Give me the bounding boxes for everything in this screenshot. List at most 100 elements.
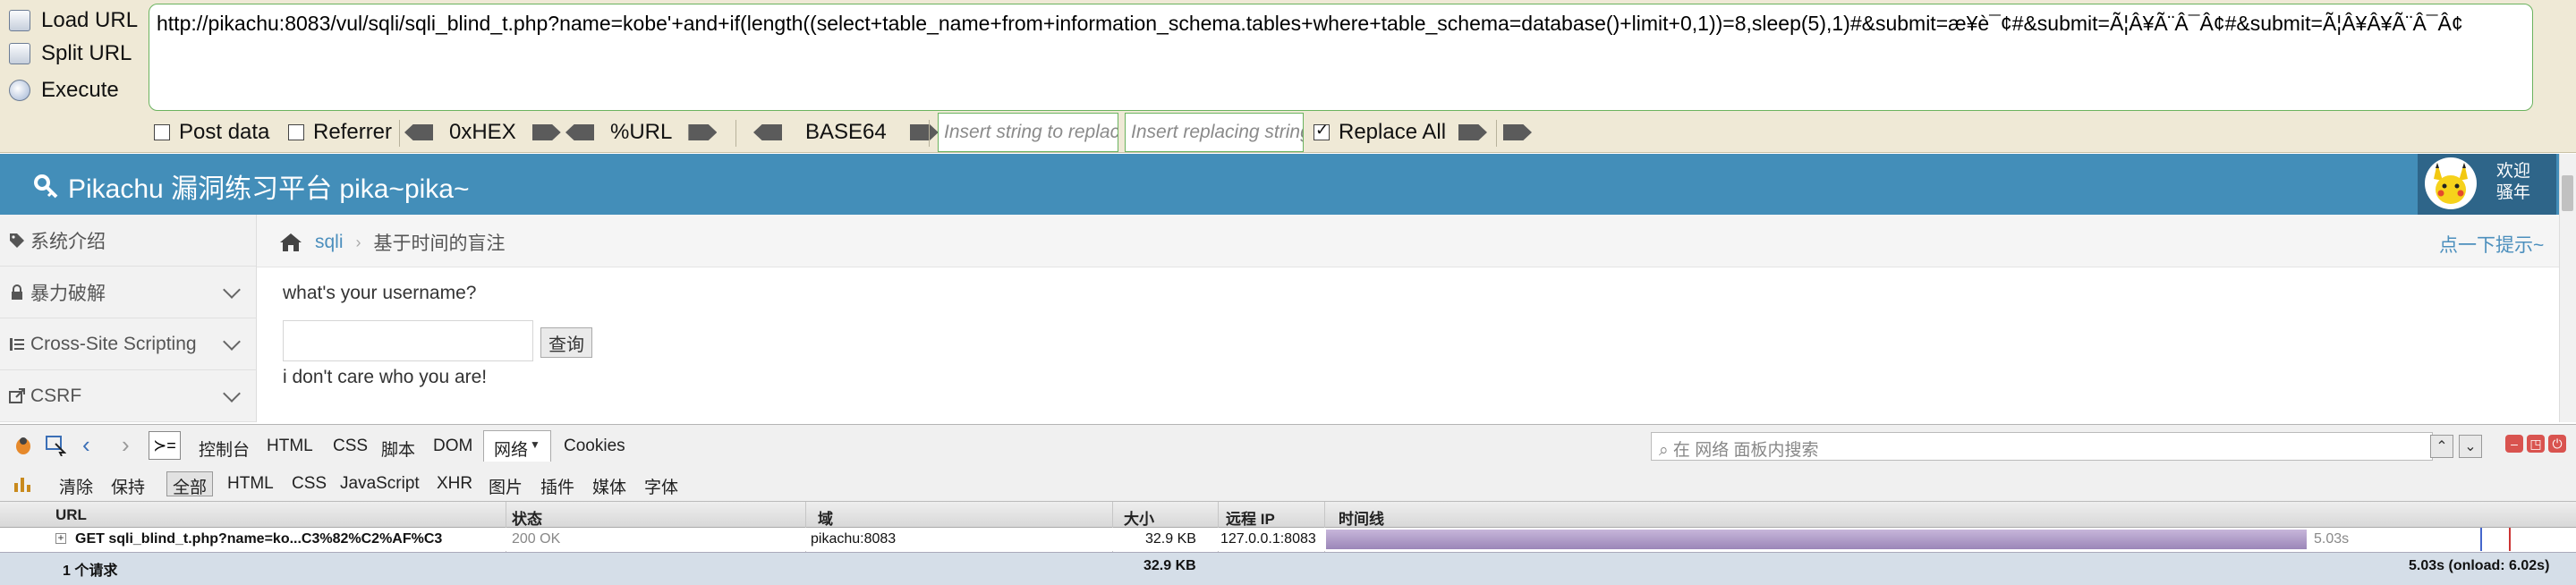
welcome-text[interactable]: 欢迎 骚年 (2482, 161, 2545, 204)
request-size: 32.9 KB (1145, 531, 1196, 547)
filter-xhr[interactable]: XHR (437, 474, 472, 494)
filter-images[interactable]: 图片 (489, 474, 523, 498)
back-arrow-icon[interactable]: ‹ (82, 431, 90, 459)
request-count: 1 个请求 (63, 564, 118, 579)
replace-all-checkbox[interactable]: Replace All (1314, 118, 1446, 147)
search-prev-chevron-up-icon[interactable]: ⌃ (2430, 435, 2453, 458)
hex-group: 0xHEX (404, 118, 561, 147)
request-remote-ip: 127.0.0.1:8083 (1220, 531, 1316, 547)
breadcrumb-link-sqli[interactable]: sqli (315, 232, 344, 253)
post-data-checkbox[interactable]: Post data (154, 118, 269, 147)
breadcrumb-current: 基于时间的盲注 (373, 233, 506, 254)
divider (399, 120, 400, 147)
detach-icon[interactable]: ◳ (2527, 435, 2545, 453)
net-table-header (0, 502, 2576, 528)
url-decode-arrow-icon[interactable] (565, 124, 594, 140)
sidebar-item-xss[interactable]: Cross-Site Scripting (0, 318, 256, 370)
url-encode-arrow-icon[interactable] (688, 124, 718, 140)
request-domain: pikachu:8083 (811, 531, 897, 547)
tab-css[interactable]: CSS (333, 437, 368, 456)
filter-html[interactable]: HTML (227, 474, 274, 494)
avatar[interactable] (2425, 157, 2477, 209)
execute-label: Execute (41, 78, 119, 102)
request-url[interactable]: GET sqli_blind_t.php?name=ko...C3%82%C2%… (75, 531, 442, 547)
hex-decode-arrow-icon[interactable] (404, 124, 433, 140)
dom-content-loaded-marker (2480, 528, 2482, 551)
site-title[interactable]: Pikachu 漏洞练习平台 pika~pika~ (32, 166, 470, 206)
close-icon[interactable]: ⏻ (2548, 435, 2566, 453)
base64-group: BASE64 (753, 118, 939, 147)
list-icon (10, 337, 24, 351)
tab-script[interactable]: 脚本 (381, 437, 415, 461)
url-encode-label: %URL (610, 120, 673, 144)
hex-encode-arrow-icon[interactable] (531, 124, 561, 140)
replacing-string-input[interactable]: Insert replacing string (1125, 113, 1304, 152)
tab-cookies[interactable]: Cookies (564, 437, 625, 456)
base64-label: BASE64 (805, 120, 887, 144)
filter-plugins[interactable]: 插件 (540, 474, 574, 498)
column-size[interactable]: 大小 (1124, 506, 1154, 529)
split-url-label: Split URL (41, 41, 132, 65)
base64-encode-arrow-icon[interactable] (909, 124, 939, 140)
net-search-input[interactable]: ⌕ 在 网络 面板内搜索 (1651, 432, 2433, 461)
filter-javascript[interactable]: JavaScript (340, 474, 420, 494)
execute-button[interactable]: Execute (9, 73, 152, 107)
net-clear-button[interactable]: 清除 (59, 474, 93, 498)
net-persist-button[interactable]: 保持 (111, 474, 145, 498)
replace-string-input[interactable]: Insert string to replace (938, 113, 1118, 152)
query-result: i don't care who you are! (283, 367, 488, 387)
breadcrumb: sqli › 基于时间的盲注 (279, 229, 506, 256)
request-status: 200 OK (512, 531, 561, 547)
onload-marker (2509, 528, 2511, 551)
sidebar-item-intro[interactable]: 系统介绍 (0, 215, 256, 267)
tab-console[interactable]: 控制台 (199, 437, 250, 461)
total-size: 32.9 KB (1143, 558, 1196, 573)
load-url-icon (9, 10, 30, 31)
filter-all-label: 全部 (173, 479, 208, 497)
column-timeline[interactable]: 时间线 (1339, 506, 1384, 529)
column-status[interactable]: 状态 (512, 506, 542, 529)
chevron-down-icon (223, 280, 241, 299)
filter-fonts[interactable]: 字体 (644, 474, 678, 498)
tag-icon (10, 233, 24, 248)
base64-decode-arrow-icon[interactable] (753, 124, 782, 140)
tab-dom[interactable]: DOM (433, 437, 472, 456)
request-time: 5.03s (2314, 531, 2350, 547)
execute-icon (9, 80, 30, 101)
share-icon (9, 387, 25, 403)
timeline-bar[interactable] (1326, 530, 2307, 549)
url-textarea[interactable]: http://pikachu:8083/vul/sqli/sqli_blind_… (149, 4, 2533, 111)
command-line-icon[interactable]: ≻= (149, 431, 181, 460)
load-url-label: Load URL (41, 8, 139, 32)
breadcrumb-separator-icon: › (355, 233, 361, 251)
net-bar-chart-icon[interactable] (13, 474, 32, 494)
search-next-chevron-down-icon[interactable]: ⌄ (2459, 435, 2482, 458)
home-icon[interactable] (279, 233, 302, 252)
hint-link[interactable]: 点一下提示~ (2439, 231, 2544, 258)
load-url-button[interactable]: Load URL (9, 4, 152, 38)
minimize-icon[interactable]: – (2505, 435, 2523, 453)
lock-icon (12, 284, 22, 300)
filter-css[interactable]: CSS (292, 474, 327, 494)
forward-arrow-icon[interactable]: › (122, 431, 130, 459)
split-url-button[interactable]: Split URL (9, 37, 152, 71)
post-data-check-icon (154, 124, 170, 140)
sidebar-item-csrf[interactable]: CSRF (0, 370, 256, 422)
expand-plus-icon[interactable]: + (55, 532, 66, 544)
column-domain[interactable]: 域 (818, 506, 833, 529)
column-remote-ip[interactable]: 远程 IP (1226, 506, 1275, 529)
tab-html[interactable]: HTML (267, 437, 313, 456)
referrer-checkbox[interactable]: Referrer (288, 118, 392, 147)
firebug-bug-icon[interactable] (13, 435, 34, 456)
net-summary-footer (0, 552, 2576, 585)
page-scrollbar-thumb[interactable] (2562, 175, 2573, 211)
column-url[interactable]: URL (55, 506, 87, 524)
total-timing: 5.03s (onload: 6.02s) (2409, 558, 2550, 573)
username-label: what's your username? (283, 283, 477, 303)
sidebar-item-bruteforce[interactable]: 暴力破解 (0, 267, 256, 318)
filter-media[interactable]: 媒体 (592, 474, 626, 498)
username-input[interactable] (283, 320, 533, 361)
query-button[interactable]: 查询 (540, 327, 592, 358)
sidebar-item-label: Cross-Site Scripting (30, 333, 197, 354)
inspect-element-icon[interactable] (45, 435, 66, 456)
